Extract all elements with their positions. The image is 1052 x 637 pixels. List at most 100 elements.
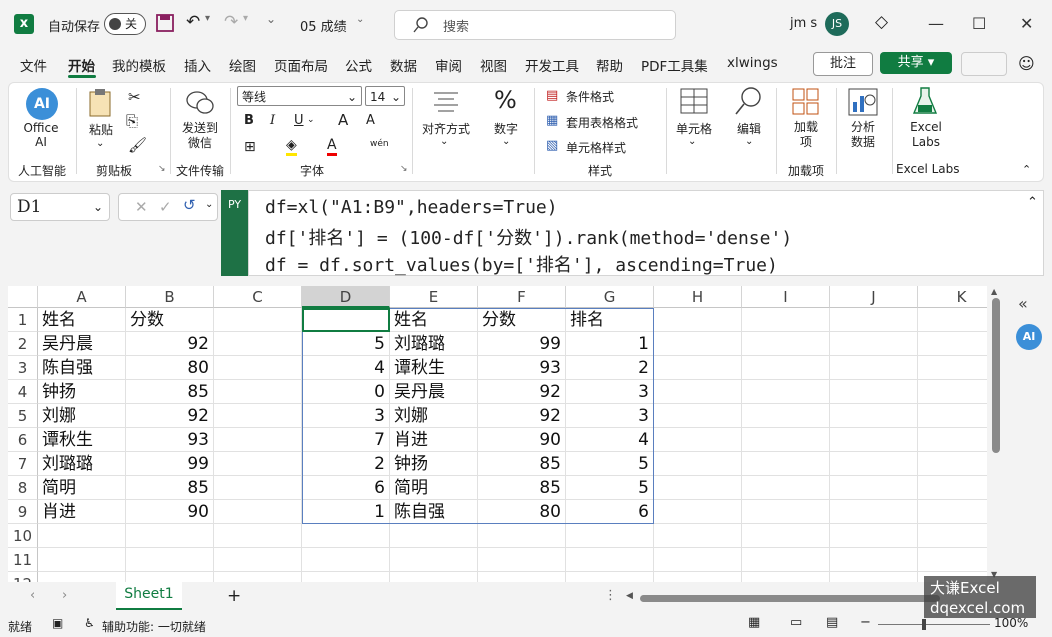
font-size-select[interactable]: 14 ⌄ [365,86,405,106]
alignment-button[interactable]: 对齐方式 [418,120,474,137]
row-header[interactable]: 12 [8,572,38,582]
cell-i8[interactable] [742,476,830,500]
cell-c7[interactable] [214,452,302,476]
italic-icon[interactable]: I [270,113,275,128]
cell-f4[interactable]: 92 [478,380,566,404]
row-header[interactable]: 10 [8,524,38,548]
cell-k3[interactable] [918,356,987,380]
cell-i1[interactable] [742,308,830,332]
cell-g5[interactable]: 3 [566,404,654,428]
align-icon[interactable] [432,90,460,114]
cell-h5[interactable] [654,404,742,428]
cell-a6[interactable]: 谭秋生 [38,428,126,452]
column-header-j[interactable]: J [830,286,918,308]
cell-i3[interactable] [742,356,830,380]
cell-h8[interactable] [654,476,742,500]
horizontal-scroll-thumb[interactable] [640,595,940,602]
cell-i5[interactable] [742,404,830,428]
cell-k9[interactable] [918,500,987,524]
zoom-slider[interactable] [878,624,990,625]
cell-d10[interactable] [302,524,390,548]
cell-c3[interactable] [214,356,302,380]
cell-k4[interactable] [918,380,987,404]
tab-xlwings[interactable]: xlwings [727,55,778,71]
conditional-format-button[interactable]: 条件格式 [566,88,614,105]
cell-j6[interactable] [830,428,918,452]
underline-icon[interactable]: U [294,113,304,128]
cell-f9[interactable]: 80 [478,500,566,524]
redo-dropdown-icon[interactable]: ▾ [243,13,248,24]
add-sheet-icon[interactable]: + [227,586,241,606]
paste-button[interactable]: 粘贴 [84,121,118,138]
cell-b6[interactable]: 93 [126,428,214,452]
cell-e1[interactable]: 姓名 [390,308,478,332]
column-header-b[interactable]: B [126,286,214,308]
cell-i9[interactable] [742,500,830,524]
cell-d6[interactable]: 7 [302,428,390,452]
cell-d12[interactable] [302,572,390,582]
cell-e7[interactable]: 钟扬 [390,452,478,476]
font-name-select[interactable]: 等线 ⌄ [237,86,362,106]
cell-e10[interactable] [390,524,478,548]
cell-i2[interactable] [742,332,830,356]
copilot-icon[interactable]: ☺ [1018,54,1035,73]
cell-d7[interactable]: 2 [302,452,390,476]
cell-j10[interactable] [830,524,918,548]
row-header[interactable]: 5 [8,404,38,428]
cell-e4[interactable]: 吴丹晨 [390,380,478,404]
cells-icon[interactable] [680,88,708,114]
cell-e8[interactable]: 简明 [390,476,478,500]
cell-c4[interactable] [214,380,302,404]
bold-icon[interactable]: B [244,113,254,128]
cell-h9[interactable] [654,500,742,524]
cell-d11[interactable] [302,548,390,572]
cell-i11[interactable] [742,548,830,572]
addins-icon[interactable] [792,88,820,116]
cell-g10[interactable] [566,524,654,548]
analyze-data-button[interactable]: 分析数据 [846,120,880,150]
cell-k6[interactable] [918,428,987,452]
active-cell[interactable] [302,308,390,332]
cell-h3[interactable] [654,356,742,380]
cell-b3[interactable]: 80 [126,356,214,380]
cell-j2[interactable] [830,332,918,356]
column-header-a[interactable]: A [38,286,126,308]
cell-c11[interactable] [214,548,302,572]
cell-f6[interactable]: 90 [478,428,566,452]
python-output-icon[interactable]: ↺ [183,196,196,214]
cell-f12[interactable] [478,572,566,582]
cell-j9[interactable] [830,500,918,524]
cell-d8[interactable]: 6 [302,476,390,500]
cell-b11[interactable] [126,548,214,572]
cell-a3[interactable]: 陈自强 [38,356,126,380]
office-ai-icon[interactable]: AI [26,88,58,120]
accessibility-status[interactable]: 辅助功能: 一切就绪 [102,618,206,635]
wechat-icon[interactable] [186,90,214,116]
tab-pdf-tools[interactable]: PDF工具集 [641,55,708,75]
addins-button[interactable]: 加载项 [792,120,820,150]
cell-a1[interactable]: 姓名 [38,308,126,332]
normal-view-icon[interactable]: ▦ [748,615,760,630]
cell-b4[interactable]: 85 [126,380,214,404]
cell-g4[interactable]: 3 [566,380,654,404]
ai-assistant-icon[interactable]: AI [1016,324,1042,350]
table-format-button[interactable]: 套用表格格式 [566,114,638,131]
vertical-scroll-thumb[interactable] [992,298,1000,453]
output-dropdown-icon[interactable]: ⌄ [205,199,213,210]
cell-f1[interactable]: 分数 [478,308,566,332]
customize-qat-icon[interactable]: ⌄ [266,12,276,26]
maximize-icon[interactable]: ☐ [972,14,986,33]
filename-dropdown-icon[interactable]: ⌄ [356,14,364,25]
cell-k1[interactable] [918,308,987,332]
cell-k10[interactable] [918,524,987,548]
cell-d9[interactable]: 1 [302,500,390,524]
cell-e5[interactable]: 刘娜 [390,404,478,428]
cell-g8[interactable]: 5 [566,476,654,500]
cancel-icon[interactable]: ✕ [135,198,148,216]
cell-j11[interactable] [830,548,918,572]
cell-e3[interactable]: 谭秋生 [390,356,478,380]
format-painter-icon[interactable]: 🖌 [128,136,147,154]
tab-draw[interactable]: 绘图 [229,55,256,75]
copy-icon[interactable]: ⎘ [126,112,138,130]
more-sheets-icon[interactable]: ⋮ [604,588,617,603]
